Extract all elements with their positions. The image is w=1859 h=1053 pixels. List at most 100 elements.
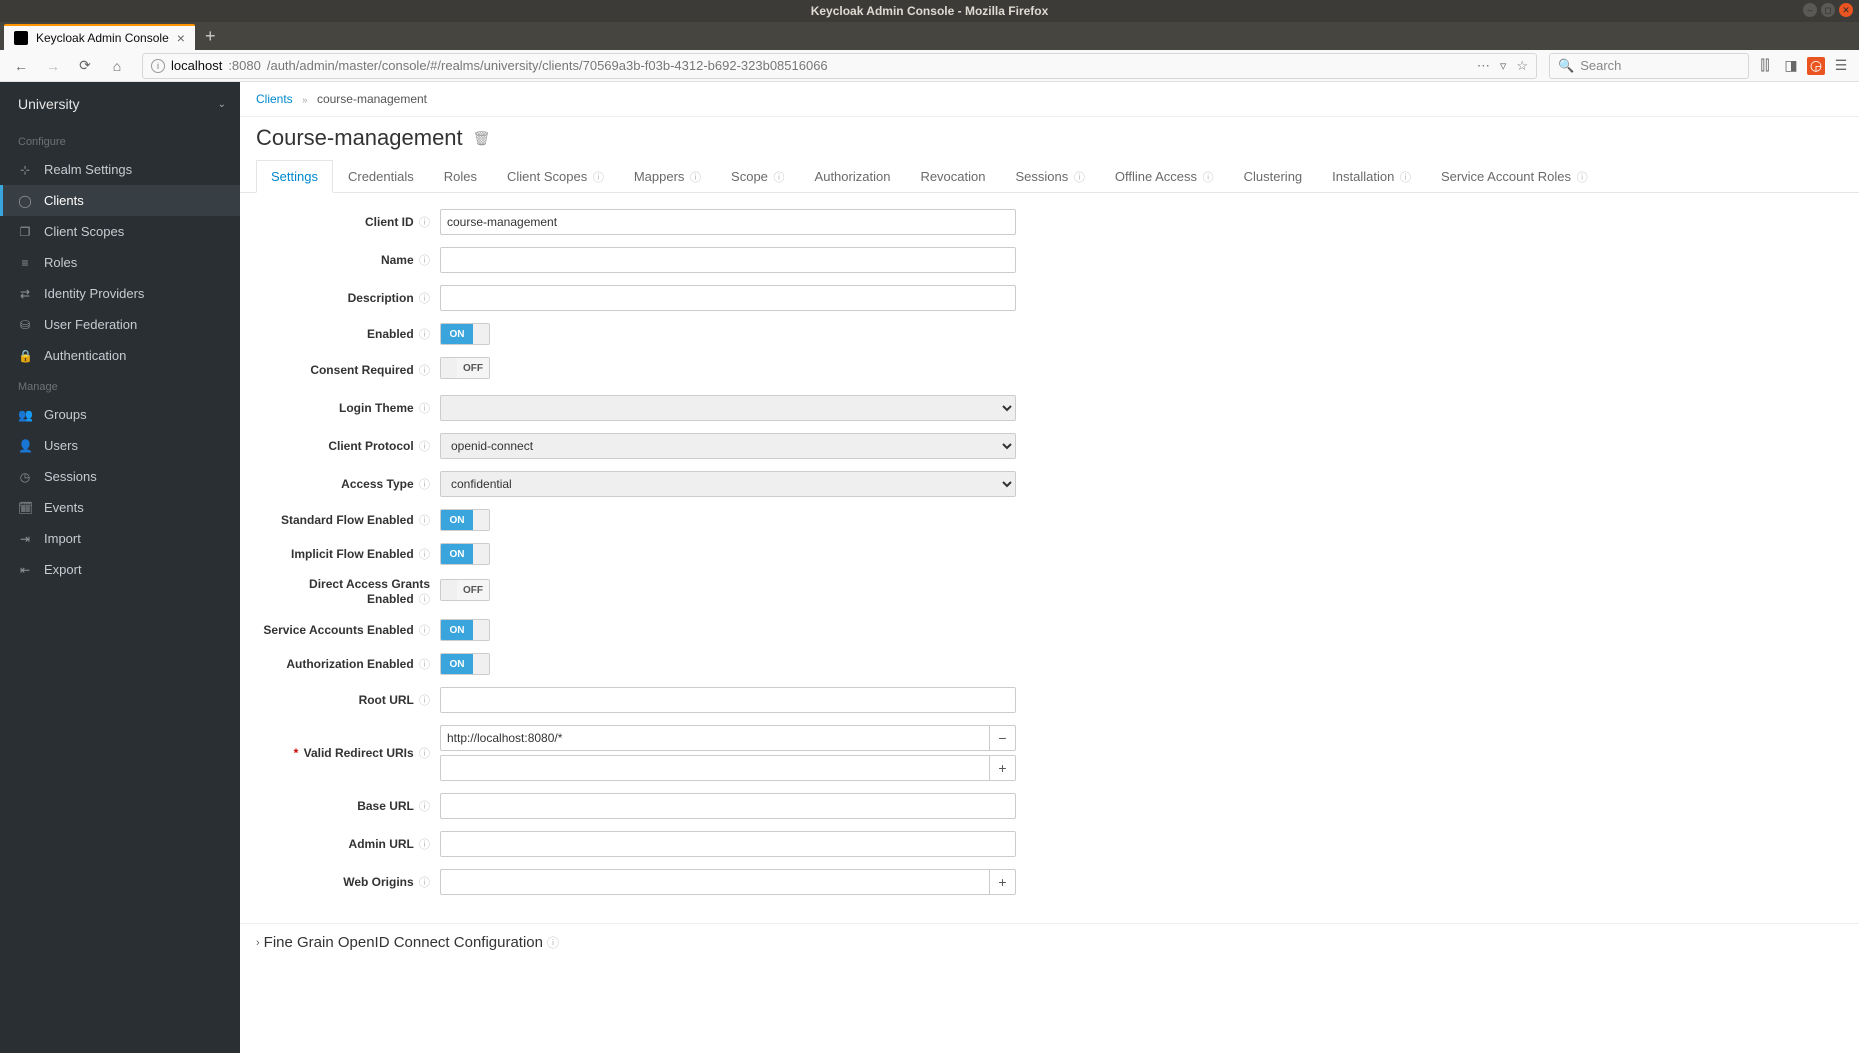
help-icon[interactable]: ⓘ: [419, 625, 430, 637]
sidebar-item-groups[interactable]: 👥Groups: [0, 399, 240, 430]
help-icon[interactable]: ⓘ: [1203, 172, 1214, 184]
sidebar-item-roles[interactable]: ≡Roles: [0, 247, 240, 278]
name-input[interactable]: [440, 247, 1016, 273]
url-bar[interactable]: i localhost:8080/auth/admin/master/conso…: [142, 53, 1537, 79]
clientId-input[interactable]: [440, 209, 1016, 235]
help-icon[interactable]: ⓘ: [1577, 172, 1588, 184]
tab-clustering[interactable]: Clustering: [1229, 160, 1318, 193]
tab-scope[interactable]: Scope ⓘ: [716, 160, 800, 193]
help-icon[interactable]: ⓘ: [419, 695, 430, 707]
sidebar-item-identity-providers[interactable]: ⇄Identity Providers: [0, 278, 240, 309]
help-icon[interactable]: ⓘ: [419, 839, 430, 851]
tab-mappers[interactable]: Mappers ⓘ: [619, 160, 716, 193]
help-icon[interactable]: ⓘ: [419, 293, 430, 305]
directAccess-toggle[interactable]: OFF: [440, 579, 490, 601]
tab-roles[interactable]: Roles: [429, 160, 492, 193]
help-icon[interactable]: ⓘ: [419, 801, 430, 813]
help-icon[interactable]: ⓘ: [419, 549, 430, 561]
forward-button[interactable]: →: [40, 53, 66, 79]
sidebar-item-realm-settings[interactable]: ⊹Realm Settings: [0, 154, 240, 185]
validRedirectUris-input[interactable]: [440, 725, 990, 751]
delete-icon[interactable]: 🗑: [473, 130, 491, 147]
help-icon[interactable]: ⓘ: [1074, 172, 1085, 184]
tab-client-scopes[interactable]: Client Scopes ⓘ: [492, 160, 619, 193]
library-icon[interactable]: ⫿⫿: [1755, 56, 1775, 76]
help-icon[interactable]: ⓘ: [419, 515, 430, 527]
tab-settings[interactable]: Settings: [256, 160, 333, 193]
serviceAccounts-toggle[interactable]: ON: [440, 619, 490, 641]
sidebar-item-events[interactable]: 🗓Events: [0, 492, 240, 523]
tab-service-account-roles[interactable]: Service Account Roles ⓘ: [1426, 160, 1603, 193]
realm-selector[interactable]: University ⌄: [0, 82, 240, 126]
site-info-icon[interactable]: i: [151, 59, 165, 73]
minimize-icon[interactable]: –: [1803, 3, 1817, 17]
help-icon[interactable]: ⓘ: [419, 365, 430, 377]
breadcrumb-parent[interactable]: Clients: [256, 92, 293, 106]
sidebar-item-users[interactable]: 👤Users: [0, 430, 240, 461]
sidebar-item-export[interactable]: ⇤Export: [0, 554, 240, 585]
tab-credentials[interactable]: Credentials: [333, 160, 429, 193]
adminUrl-input[interactable]: [440, 831, 1016, 857]
help-icon[interactable]: ⓘ: [419, 594, 430, 606]
standardFlow-toggle[interactable]: ON: [440, 509, 490, 531]
help-icon[interactable]: ⓘ: [419, 659, 430, 671]
pages-icon: ❐: [18, 225, 32, 239]
help-icon[interactable]: ⓘ: [419, 329, 430, 341]
row-authorization: Authorization Enabled ⓘON: [260, 653, 1839, 675]
tab-close-icon[interactable]: ×: [177, 30, 185, 46]
rootUrl-input[interactable]: [440, 687, 1016, 713]
new-tab-button[interactable]: +: [195, 26, 226, 47]
baseUrl-input[interactable]: [440, 793, 1016, 819]
reload-button[interactable]: ⟳: [72, 53, 98, 79]
help-icon[interactable]: ⓘ: [419, 441, 430, 453]
loginTheme-select[interactable]: [440, 395, 1016, 421]
help-icon[interactable]: ⓘ: [774, 172, 785, 184]
validRedirectUris-new-input[interactable]: [440, 755, 990, 781]
help-icon[interactable]: ⓘ: [419, 877, 430, 889]
maximize-icon[interactable]: ◻: [1821, 3, 1835, 17]
sidebar-item-client-scopes[interactable]: ❐Client Scopes: [0, 216, 240, 247]
sidebar-item-user-federation[interactable]: ⛁User Federation: [0, 309, 240, 340]
add-button[interactable]: +: [990, 755, 1016, 781]
page-actions-icon[interactable]: ⋯: [1477, 58, 1490, 74]
sidebar-toggle-icon[interactable]: ◨: [1781, 56, 1801, 76]
accessType-select[interactable]: confidential: [440, 471, 1016, 497]
sidebar-item-import[interactable]: ⇥Import: [0, 523, 240, 554]
tab-offline-access[interactable]: Offline Access ⓘ: [1100, 160, 1229, 193]
help-icon[interactable]: ⓘ: [419, 748, 430, 760]
home-button[interactable]: ⌂: [104, 53, 130, 79]
close-icon[interactable]: ✕: [1839, 3, 1853, 17]
browser-tab[interactable]: Keycloak Admin Console ×: [4, 24, 195, 50]
ubuntu-icon[interactable]: ◶: [1807, 57, 1825, 75]
menu-icon[interactable]: ☰: [1831, 56, 1851, 76]
help-icon[interactable]: ⓘ: [419, 479, 430, 491]
authorization-toggle[interactable]: ON: [440, 653, 490, 675]
search-bar[interactable]: 🔍 Search: [1549, 53, 1749, 79]
help-icon[interactable]: ⓘ: [690, 172, 701, 184]
fine-grain-section[interactable]: › Fine Grain OpenID Connect Configuratio…: [240, 923, 1859, 961]
add-button[interactable]: +: [990, 869, 1016, 895]
tab-installation[interactable]: Installation ⓘ: [1317, 160, 1426, 193]
sidebar-item-clients[interactable]: ◯Clients: [0, 185, 240, 216]
webOrigins-input[interactable]: [440, 869, 990, 895]
tab-sessions[interactable]: Sessions ⓘ: [1000, 160, 1099, 193]
clientProtocol-select[interactable]: openid-connect: [440, 433, 1016, 459]
help-icon[interactable]: ⓘ: [1400, 172, 1411, 184]
help-icon[interactable]: ⓘ: [419, 403, 430, 415]
enabled-toggle[interactable]: ON: [440, 323, 490, 345]
implicitFlow-toggle[interactable]: ON: [440, 543, 490, 565]
help-icon[interactable]: ⓘ: [547, 934, 559, 951]
sidebar-item-sessions[interactable]: ◷Sessions: [0, 461, 240, 492]
help-icon[interactable]: ⓘ: [419, 217, 430, 229]
tab-revocation[interactable]: Revocation: [905, 160, 1000, 193]
pocket-icon[interactable]: ▿: [1500, 58, 1507, 74]
consentRequired-toggle[interactable]: OFF: [440, 357, 490, 379]
sidebar-item-authentication[interactable]: 🔒Authentication: [0, 340, 240, 371]
remove-button[interactable]: −: [990, 725, 1016, 751]
help-icon[interactable]: ⓘ: [419, 255, 430, 267]
tab-authorization[interactable]: Authorization: [800, 160, 906, 193]
bookmark-icon[interactable]: ☆: [1516, 58, 1528, 74]
help-icon[interactable]: ⓘ: [593, 172, 604, 184]
back-button[interactable]: ←: [8, 53, 34, 79]
description-input[interactable]: [440, 285, 1016, 311]
